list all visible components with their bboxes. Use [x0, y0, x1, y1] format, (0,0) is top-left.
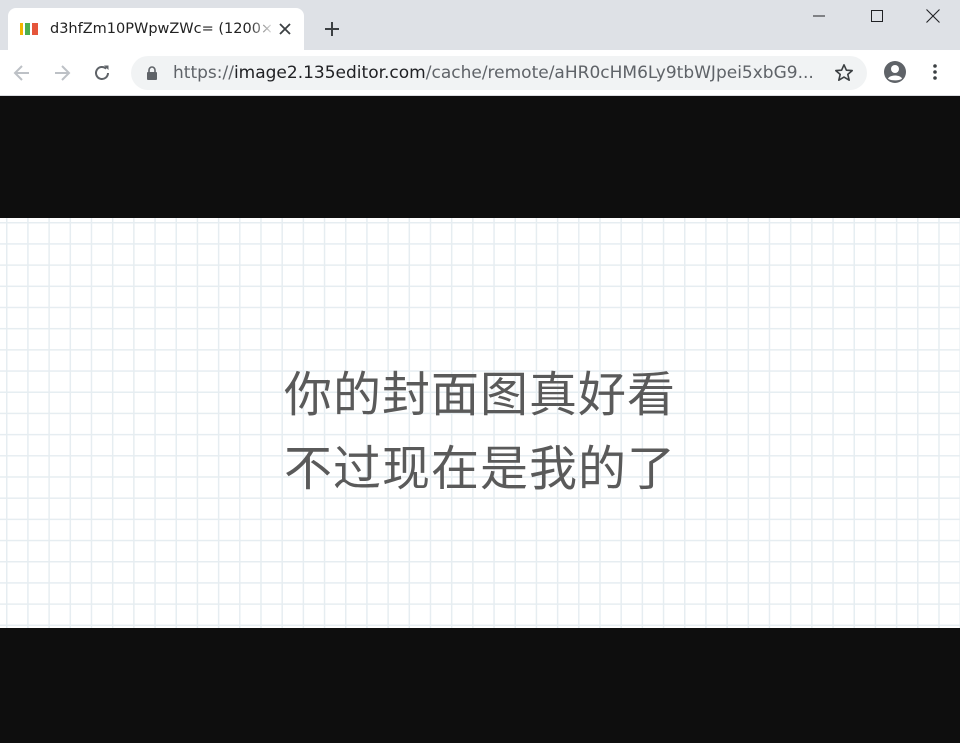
caption-line-2: 不过现在是我的了: [284, 441, 677, 497]
forward-button[interactable]: [48, 59, 76, 87]
url-path: /cache/remote/aHR0cHM6Ly9tbWJpei5xbG9...: [425, 63, 814, 83]
tab-close-button[interactable]: [276, 20, 294, 38]
arrow-right-icon: [55, 65, 71, 81]
kebab-menu-icon: [933, 64, 937, 80]
lock-icon: [147, 66, 157, 80]
image-caption: 你的封面图真好看 不过现在是我的了: [284, 358, 704, 506]
url-text: https://image2.135editor.com/cache/remot…: [173, 63, 823, 83]
reload-button[interactable]: [88, 59, 116, 87]
caption-line-1: 你的封面图真好看: [284, 367, 677, 423]
page-viewport: 你的封面图真好看 不过现在是我的了: [0, 96, 960, 743]
minimize-icon: [813, 15, 825, 17]
maximize-icon: [871, 10, 883, 22]
135editor-icon: [20, 23, 38, 35]
browser-menu-button[interactable]: [925, 60, 945, 84]
browser-toolbar: https://image2.135editor.com/cache/remot…: [0, 50, 960, 96]
close-icon: [926, 9, 940, 23]
minimize-button[interactable]: [790, 0, 848, 32]
active-tab[interactable]: d3hfZm10PWpwZWc= (1200×: [8, 8, 304, 50]
back-button[interactable]: [8, 59, 36, 87]
new-tab-button[interactable]: [320, 17, 344, 41]
arrow-left-icon: [13, 65, 29, 81]
maximize-button[interactable]: [848, 0, 906, 32]
tab-title: d3hfZm10PWpwZWc= (1200×: [50, 21, 274, 37]
url-scheme: https://: [173, 63, 234, 83]
tab-strip: d3hfZm10PWpwZWc= (1200×: [0, 0, 960, 50]
star-icon[interactable]: [834, 63, 854, 83]
plus-icon: [325, 22, 339, 36]
displayed-image[interactable]: 你的封面图真好看 不过现在是我的了: [0, 218, 960, 628]
close-icon: [279, 23, 291, 35]
url-host: image2.135editor.com: [233, 63, 426, 83]
address-bar[interactable]: https://image2.135editor.com/cache/remot…: [131, 56, 867, 90]
reload-icon: [95, 65, 109, 80]
window-close-button[interactable]: [904, 0, 960, 32]
account-circle-icon[interactable]: [883, 60, 907, 84]
